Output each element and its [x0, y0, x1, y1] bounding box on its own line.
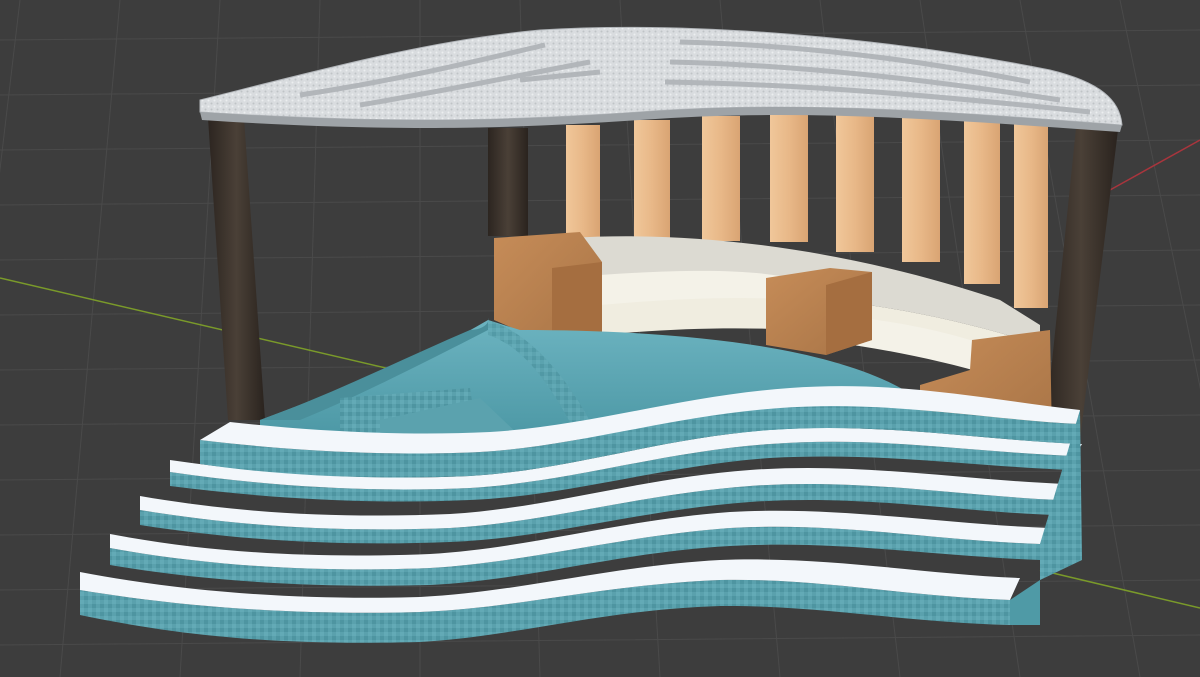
canopy-roof [199, 26, 1123, 132]
viewport-canvas[interactable] [0, 0, 1200, 677]
3d-viewport[interactable] [0, 0, 1200, 677]
y-axis-line [1109, 139, 1200, 191]
x-axis-line-right [1039, 569, 1200, 609]
wavy-steps [80, 386, 1082, 643]
